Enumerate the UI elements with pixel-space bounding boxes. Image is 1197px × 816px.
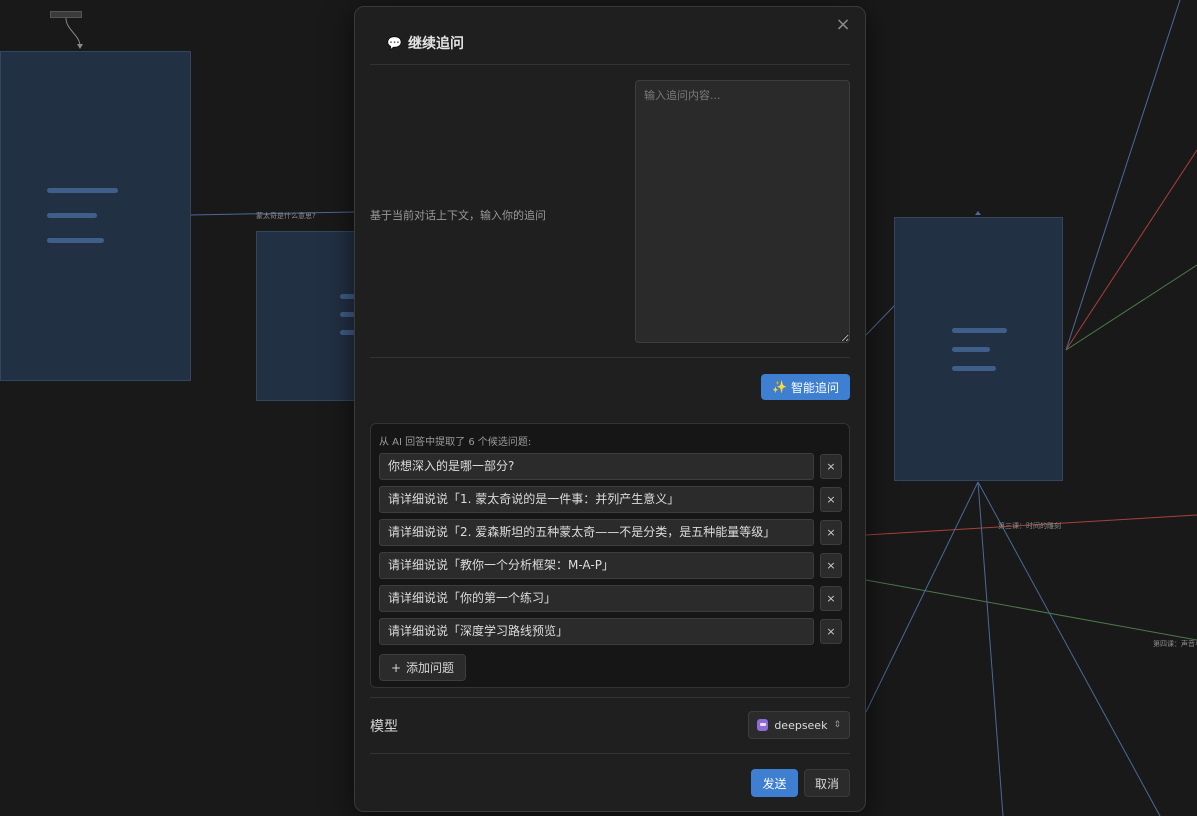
- candidate-row: 请详细说说「2. 爱森斯坦的五种蒙太奇——不是分类，是五种能量等级」 ×: [379, 519, 843, 546]
- model-value: deepseek: [774, 718, 828, 732]
- edge: [65, 17, 81, 47]
- candidate-questions-panel: 从 AI 回答中提取了 6 个候选问题: 你想深入的是哪一部分? × 请详细说说…: [370, 423, 850, 688]
- cancel-button[interactable]: 取消: [804, 769, 850, 797]
- edge: [977, 481, 1161, 816]
- node-content-placeholder: [47, 238, 104, 243]
- model-label: 模型: [370, 719, 398, 735]
- remove-candidate-button[interactable]: ×: [820, 553, 842, 578]
- close-icon: ×: [826, 592, 836, 605]
- remove-candidate-button[interactable]: ×: [820, 520, 842, 545]
- edge: [1065, 149, 1197, 351]
- mindmap-node[interactable]: [256, 231, 366, 401]
- edge-arrow: [975, 211, 981, 215]
- candidate-row: 请详细说说「你的第一个练习」 ×: [379, 585, 843, 612]
- root-node[interactable]: [50, 11, 82, 18]
- candidate-question-field[interactable]: 请详细说说「2. 爱森斯坦的五种蒙太奇——不是分类，是五种能量等级」: [379, 519, 814, 546]
- close-button[interactable]: ×: [833, 15, 853, 35]
- smart-followup-label: 智能追问: [790, 380, 839, 395]
- sparkles-icon: ✨: [772, 380, 787, 394]
- edge: [1065, 0, 1181, 351]
- remove-candidate-button[interactable]: ×: [820, 454, 842, 479]
- candidate-question-field[interactable]: 请详细说说「1. 蒙太奇说的是一件事：并列产生意义」: [379, 486, 814, 513]
- node-content-placeholder: [47, 188, 118, 193]
- close-icon: ×: [826, 493, 836, 506]
- followup-input[interactable]: [635, 80, 850, 343]
- send-button[interactable]: 发送: [751, 769, 798, 797]
- candidate-row: 请详细说说「教你一个分析框架：M-A-P」 ×: [379, 552, 843, 579]
- edge-label: 第四课：声音与: [1153, 640, 1197, 648]
- divider: [370, 753, 850, 754]
- divider: [370, 697, 850, 698]
- smart-followup-button[interactable]: ✨ 智能追问: [761, 374, 850, 400]
- edge: [1065, 264, 1197, 351]
- node-content-placeholder: [952, 328, 1007, 333]
- candidate-question-field[interactable]: 你想深入的是哪一部分?: [379, 453, 814, 480]
- add-question-button[interactable]: + 添加问题: [379, 654, 466, 681]
- close-icon: ×: [826, 559, 836, 572]
- node-content-placeholder: [47, 213, 97, 218]
- edge-label: 蒙太奇是什么意思?: [256, 212, 316, 220]
- edge: [977, 481, 1004, 816]
- followup-dialog: × 💬 继续追问 基于当前对话上下文，输入你的追问 ✨ 智能追问 从 AI 回答…: [354, 6, 866, 812]
- candidate-row: 你想深入的是哪一部分? ×: [379, 453, 843, 480]
- dialog-title: 继续追问: [407, 36, 464, 52]
- mindmap-node[interactable]: [894, 217, 1063, 481]
- remove-candidate-button[interactable]: ×: [820, 586, 842, 611]
- close-icon: ×: [826, 460, 836, 473]
- node-content-placeholder: [952, 347, 990, 352]
- candidate-question-field[interactable]: 请详细说说「你的第一个练习」: [379, 585, 814, 612]
- speech-bubble-icon: 💬: [387, 36, 402, 50]
- model-select[interactable]: deepseek ⇕: [748, 711, 850, 739]
- remove-candidate-button[interactable]: ×: [820, 619, 842, 644]
- node-content-placeholder: [952, 366, 996, 371]
- candidate-row: 请详细说说「深度学习路线预览」 ×: [379, 618, 843, 645]
- edge: [865, 304, 896, 336]
- dialog-header: 💬 继续追问: [387, 32, 464, 54]
- close-icon: ×: [826, 625, 836, 638]
- candidate-question-field[interactable]: 请详细说说「教你一个分析框架：M-A-P」: [379, 552, 814, 579]
- divider: [370, 64, 850, 65]
- model-icon: [757, 719, 769, 731]
- mindmap-node[interactable]: [0, 51, 191, 381]
- divider: [370, 357, 850, 358]
- edge-label: 第三课：时间的雕刻: [998, 522, 1061, 530]
- close-icon: ×: [835, 14, 851, 35]
- candidate-question-field[interactable]: 请详细说说「深度学习路线预览」: [379, 618, 814, 645]
- add-question-label: 添加问题: [406, 661, 455, 675]
- candidates-caption: 从 AI 回答中提取了 6 个候选问题:: [379, 437, 532, 448]
- chevron-updown-icon: ⇕: [833, 720, 841, 730]
- prompt-label: 基于当前对话上下文，输入你的追问: [370, 209, 546, 222]
- edge-arrow: [77, 44, 83, 49]
- candidate-row: 请详细说说「1. 蒙太奇说的是一件事：并列产生意义」 ×: [379, 486, 843, 513]
- remove-candidate-button[interactable]: ×: [820, 487, 842, 512]
- close-icon: ×: [826, 526, 836, 539]
- plus-icon: +: [390, 660, 402, 675]
